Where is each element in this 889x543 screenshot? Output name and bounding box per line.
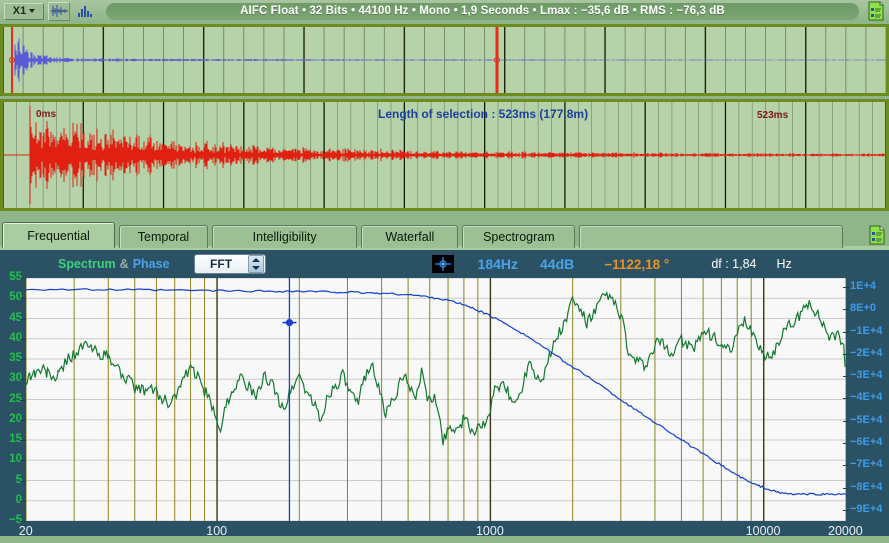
zoom-factor-label: X1 xyxy=(12,5,27,17)
selection-start-label: 0ms xyxy=(36,109,57,120)
audio-analyzer-window: X1 AIFC Float • 32 Bits • 44100 Hz • Mon… xyxy=(0,0,889,543)
waveform-view-icon[interactable] xyxy=(48,1,70,21)
y2-tick-mark xyxy=(843,286,849,288)
y-tick-label: 10 xyxy=(9,453,22,466)
y-tick-mark xyxy=(20,480,26,482)
y2-tick-label: −5E+4 xyxy=(850,413,883,426)
y-tick-mark xyxy=(20,460,26,462)
file-info-text: AIFC Float • 32 Bits • 44100 Hz • Mono •… xyxy=(240,5,725,17)
selection-end-label: 523ms xyxy=(757,110,789,121)
y-tick-mark xyxy=(20,278,26,279)
spectrum-legend-label[interactable]: Spectrum xyxy=(58,257,116,271)
analysis-tabs: Frequential Temporal Intelligibility Waterf… xyxy=(0,222,889,250)
y-tick-label: 0 xyxy=(15,493,22,506)
y-tick-mark xyxy=(20,318,26,320)
tab-waterfall[interactable]: Waterfall xyxy=(361,225,459,248)
file-info-title: AIFC Float • 32 Bits • 44100 Hz • Mono •… xyxy=(106,2,859,20)
y-tick-mark xyxy=(20,338,26,340)
cursor-db-value: 44dB xyxy=(540,256,575,272)
fft-stepper[interactable] xyxy=(247,255,264,273)
document-icon[interactable] xyxy=(867,1,885,21)
y2-tick-mark xyxy=(843,331,849,333)
spectrum-chart[interactable]: −5 0 5 10 15 20 25 30 35 40 45 50 55 1E+4 8E+0 −1E+4 −2… xyxy=(0,271,889,543)
y-tick-label: 5 xyxy=(15,473,22,486)
y-tick-label: 45 xyxy=(9,311,22,324)
zoom-factor-dropdown[interactable]: X1 xyxy=(4,2,44,20)
tab-label: Temporal xyxy=(137,230,190,244)
tab-spectrogram[interactable]: Spectrogram xyxy=(462,225,576,248)
df-resolution-label: df : 1,84 xyxy=(711,257,757,271)
tab-bar-filler xyxy=(579,225,843,248)
y-tick-label: 15 xyxy=(9,433,22,445)
series-phase xyxy=(26,288,846,496)
chevron-down-icon xyxy=(29,9,36,13)
tab-intelligibility[interactable]: Intelligibility xyxy=(211,225,358,248)
y-tick-mark xyxy=(20,521,26,522)
y2-tick-mark xyxy=(843,376,849,378)
crosshair-icon[interactable] xyxy=(431,255,454,273)
df-unit-label: Hz xyxy=(776,257,792,271)
y2-tick-mark xyxy=(843,509,849,511)
overview-waveform-plot xyxy=(3,27,886,93)
y2-tick-label: −9E+4 xyxy=(850,502,883,515)
y-tick-label: 35 xyxy=(9,352,22,364)
tab-label: Spectrogram xyxy=(483,230,555,244)
y2-tick-label: −7E+4 xyxy=(850,458,883,471)
top-toolbar: X1 AIFC Float • 32 Bits • 44100 Hz • Mon… xyxy=(0,0,889,22)
y2-tick-mark xyxy=(843,353,849,355)
y-tick-mark xyxy=(20,379,26,381)
tab-label: Intelligibility xyxy=(252,230,317,244)
chart-plot-area[interactable] xyxy=(26,278,846,521)
y-tick-mark xyxy=(20,500,26,502)
y2-tick-label: −4E+4 xyxy=(850,391,883,404)
selection-waveform-panel[interactable] xyxy=(0,99,889,211)
y2-tick-mark xyxy=(843,487,849,489)
fft-mode-value: FFT xyxy=(210,257,233,271)
cursor-phase-value: −1122,18 ° xyxy=(604,256,670,272)
y2-tick-mark xyxy=(843,442,849,444)
chevron-down-icon-2 xyxy=(251,266,260,270)
y2-tick-label: −8E+4 xyxy=(850,480,883,493)
tab-label: Frequential xyxy=(27,228,90,243)
series-spectrum xyxy=(26,290,846,446)
tab-label: Waterfall xyxy=(385,230,435,244)
y2-tick-label: 1E+4 xyxy=(850,279,876,292)
y-tick-label: 50 xyxy=(9,291,22,304)
y2-tick-mark xyxy=(843,398,849,400)
y-tick-label: 25 xyxy=(9,392,22,405)
chevron-up-icon xyxy=(251,258,260,262)
y-tick-label: 55 xyxy=(9,271,22,283)
y-tick-mark xyxy=(20,440,26,441)
y-tick-mark xyxy=(20,399,26,401)
y-tick-mark xyxy=(20,298,26,300)
y2-tick-mark xyxy=(843,309,849,311)
y2-tick-label: −1E+4 xyxy=(850,324,883,337)
y2-tick-mark xyxy=(843,465,849,467)
y-tick-label: 20 xyxy=(9,412,22,425)
phase-legend-label[interactable]: Phase xyxy=(133,257,170,271)
y-tick-mark xyxy=(20,359,26,360)
window-bottom-edge xyxy=(0,536,889,543)
legend-separator: & xyxy=(119,257,129,271)
tab-frequential[interactable]: Frequential xyxy=(2,222,116,248)
chart-canvas xyxy=(26,278,846,521)
y2-tick-label: −3E+4 xyxy=(850,369,883,382)
spectrum-info-bar: Spectrum & Phase FFT 184Hz 44dB −1122,18… xyxy=(0,250,889,523)
y-tick-label: 30 xyxy=(9,372,22,385)
overview-waveform-panel[interactable] xyxy=(0,24,889,96)
y2-tick-label: 8E+0 xyxy=(850,302,876,315)
tab-temporal[interactable]: Temporal xyxy=(119,225,208,248)
y2-tick-mark xyxy=(843,420,849,422)
fft-mode-dropdown[interactable]: FFT xyxy=(193,254,266,274)
y2-tick-label: −2E+4 xyxy=(850,346,883,359)
document-icon-2[interactable] xyxy=(869,225,885,245)
y-tick-mark xyxy=(20,419,26,421)
selection-waveform-plot xyxy=(3,102,886,208)
cursor-frequency-value: 184Hz xyxy=(477,256,518,272)
y2-tick-label: −6E+4 xyxy=(850,435,883,448)
y-tick-label: 40 xyxy=(9,331,22,344)
spectrum-view-icon[interactable] xyxy=(74,2,96,21)
